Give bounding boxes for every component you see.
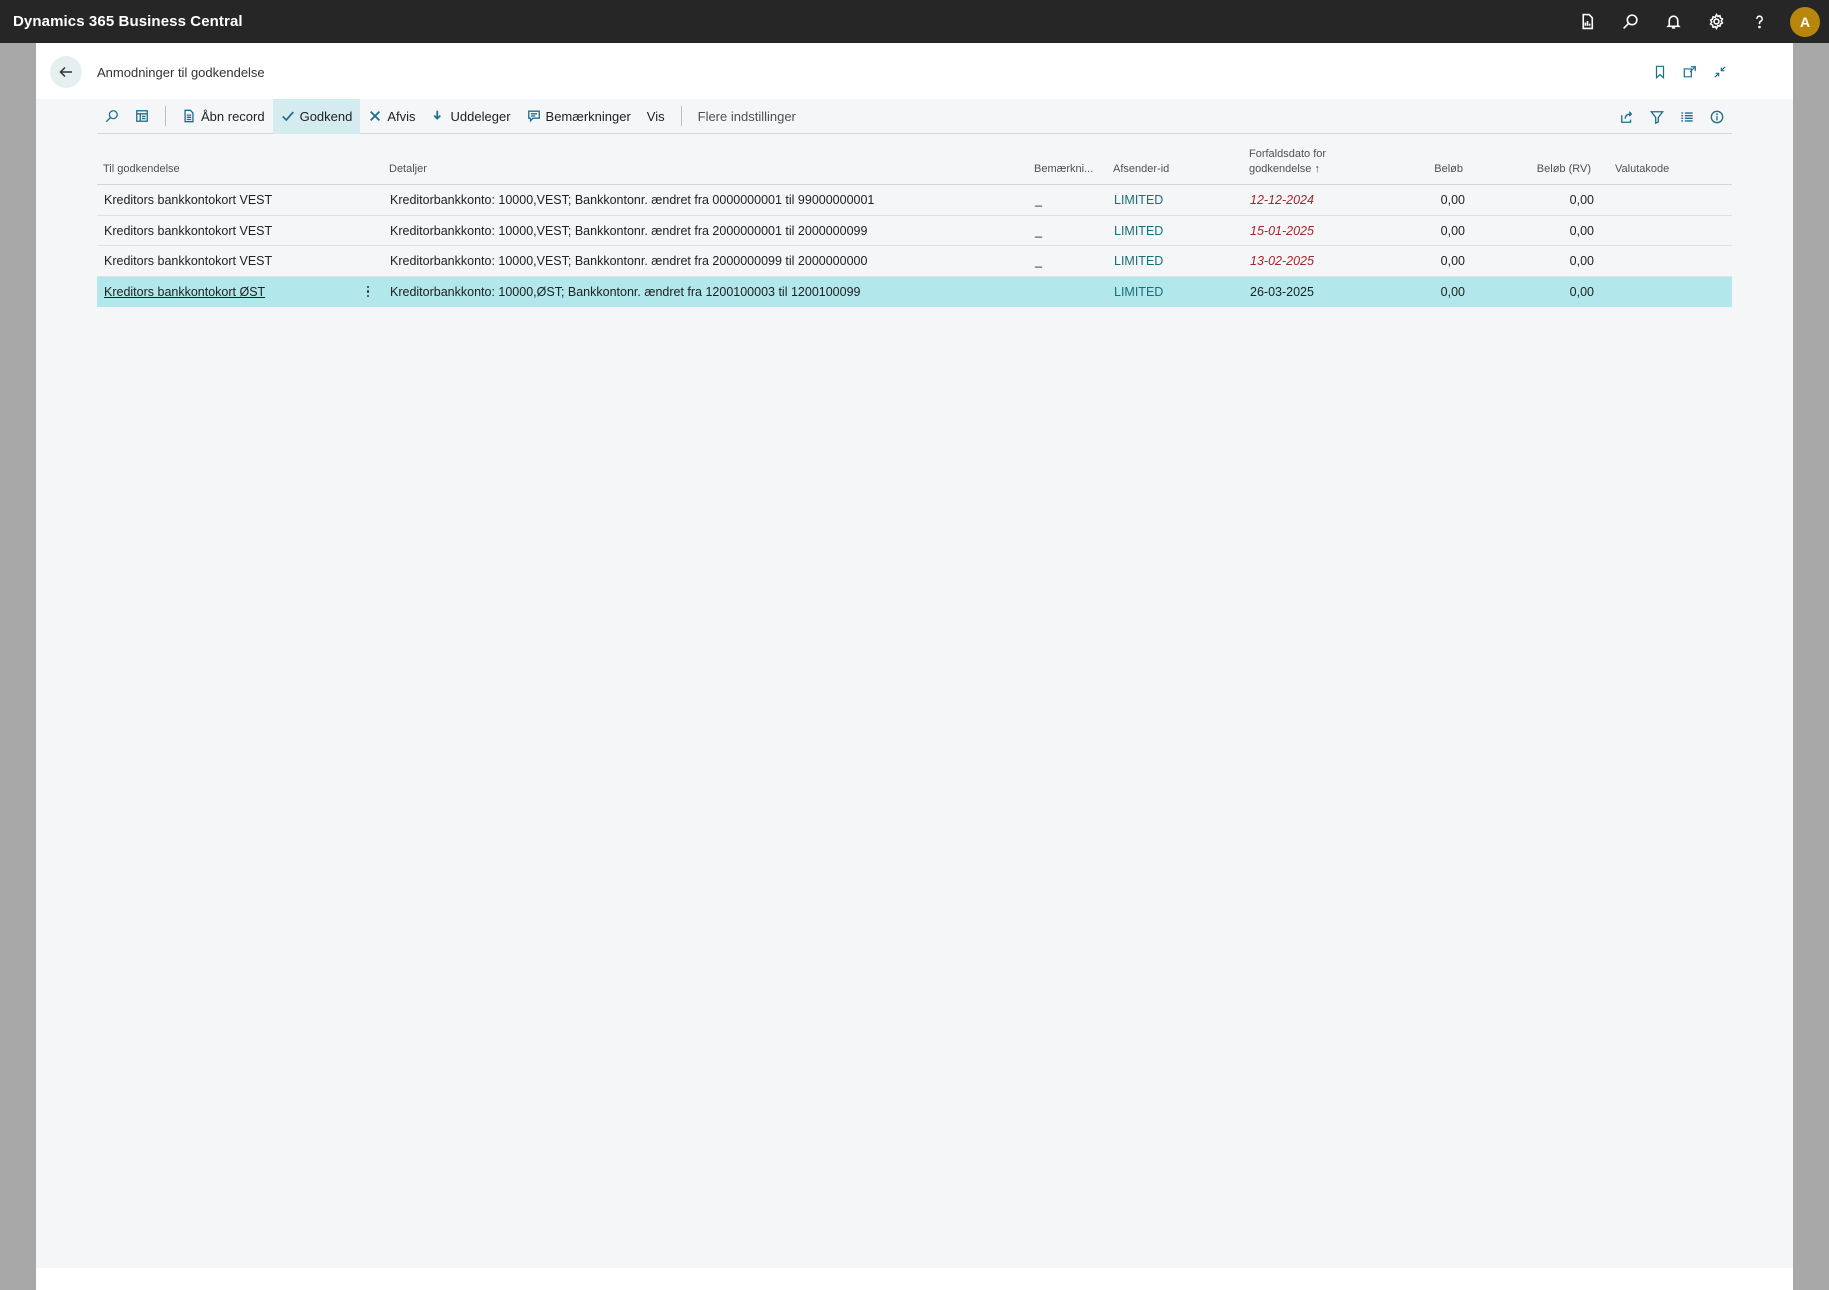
- cell-details: Kreditorbankkonto: 10000,VEST; Bankkonto…: [390, 223, 868, 238]
- help-icon[interactable]: [1738, 0, 1781, 43]
- report-icon[interactable]: [1566, 0, 1609, 43]
- cell-to-approve[interactable]: Kreditors bankkontokort ØST: [104, 277, 265, 307]
- cell-due-date: 26-03-2025: [1250, 284, 1314, 299]
- separator: [165, 106, 166, 126]
- comments-label: Bemærkninger: [545, 108, 631, 124]
- reject-label: Afvis: [387, 108, 416, 124]
- delegate-button[interactable]: Uddeleger: [424, 99, 519, 134]
- cell-details: Kreditorbankkonto: 10000,VEST; Bankkonto…: [390, 193, 875, 207]
- info-icon[interactable]: [1702, 99, 1732, 134]
- open-new-window-icon[interactable]: [1677, 59, 1703, 85]
- edit-list-button[interactable]: [127, 99, 157, 134]
- cell-comments[interactable]: _: [1035, 246, 1042, 276]
- cell-amount-lcy: 0,00: [1569, 223, 1594, 238]
- cell-to-approve[interactable]: Kreditors bankkontokort VEST: [104, 185, 272, 215]
- cell-comments[interactable]: _: [1035, 216, 1042, 246]
- arrow-left-icon: [59, 66, 72, 78]
- cell-amount-lcy: 0,00: [1569, 284, 1594, 299]
- page-panel: Anmodninger til godkendelse Åbn record G…: [36, 43, 1793, 1290]
- approval-requests-table: Til godkendelse Detaljer Bemærkni... Afs…: [97, 140, 1732, 307]
- more-options-button[interactable]: Flere indstillinger: [690, 99, 804, 134]
- delegate-arrow-icon: [433, 110, 441, 120]
- topbar-icons: A: [1566, 0, 1829, 43]
- cell-due-date: 12-12-2024: [1250, 193, 1314, 207]
- collapse-icon[interactable]: [1707, 59, 1733, 85]
- view-button[interactable]: Vis: [639, 99, 673, 134]
- cell-details: Kreditorbankkonto: 10000,VEST; Bankkonto…: [390, 254, 868, 268]
- cell-due-date: 15-01-2025: [1250, 223, 1314, 238]
- table-row-selected[interactable]: Kreditors bankkontokort ØST Kreditorbank…: [97, 276, 1732, 307]
- column-header-comments[interactable]: Bemærkni...: [1034, 162, 1093, 177]
- cell-comments[interactable]: _: [1035, 185, 1042, 215]
- document-icon: [184, 109, 194, 123]
- cell-to-approve[interactable]: Kreditors bankkontokort VEST: [104, 216, 272, 246]
- share-icon[interactable]: [1612, 99, 1642, 134]
- due-date-header-line1: Forfaldsdato for: [1249, 148, 1327, 160]
- approve-button[interactable]: Godkend: [272, 98, 361, 134]
- comment-icon: [527, 110, 540, 123]
- column-header-amount[interactable]: Beløb: [1403, 162, 1463, 177]
- cell-amount-lcy: 0,00: [1569, 254, 1594, 268]
- user-menu[interactable]: A: [1781, 0, 1829, 43]
- separator: [680, 106, 682, 126]
- open-record-label: Åbn record: [201, 108, 265, 124]
- table-row[interactable]: Kreditors bankkontokort VEST Kreditorban…: [97, 185, 1732, 216]
- table-row[interactable]: Kreditors bankkontokort VEST Kreditorban…: [97, 216, 1732, 246]
- back-button[interactable]: [50, 56, 82, 88]
- gear-icon[interactable]: [1695, 0, 1738, 43]
- search-icon: [105, 110, 118, 123]
- open-record-button[interactable]: Åbn record: [174, 99, 273, 134]
- approve-label: Godkend: [299, 108, 353, 124]
- app-topbar: Dynamics 365 Business Central A: [0, 0, 1829, 43]
- bell-icon[interactable]: [1652, 0, 1695, 43]
- action-bar-right: [1612, 99, 1732, 134]
- cell-amount-lcy: 0,00: [1569, 193, 1594, 207]
- table-header: Til godkendelse Detaljer Bemærkni... Afs…: [97, 140, 1732, 185]
- avatar: A: [1790, 6, 1820, 37]
- cell-sender-id[interactable]: LIMITED: [1114, 185, 1163, 215]
- cell-sender-id[interactable]: LIMITED: [1114, 216, 1163, 246]
- app-title[interactable]: Dynamics 365 Business Central: [13, 13, 243, 30]
- cell-details: Kreditorbankkonto: 10000,ØST; Bankkonton…: [390, 284, 861, 299]
- column-header-currency[interactable]: Valutakode: [1615, 162, 1669, 177]
- checkmark-icon: [281, 111, 294, 122]
- action-bar: Åbn record Godkend Afvis Uddeleger Bemær…: [97, 98, 1732, 134]
- page-title: Anmodninger til godkendelse: [97, 65, 265, 80]
- cell-amount: 0,00: [1440, 284, 1465, 299]
- due-date-header-line2: godkendelse ↑: [1249, 163, 1320, 175]
- row-actions-icon[interactable]: [360, 277, 376, 307]
- column-header-sender-id[interactable]: Afsender-id: [1113, 162, 1169, 177]
- more-options-label: Flere indstillinger: [697, 108, 796, 124]
- filter-icon[interactable]: [1642, 99, 1672, 134]
- column-header-amount-lcy[interactable]: Beløb (RV): [1517, 162, 1591, 177]
- list-view-icon[interactable]: [1672, 99, 1702, 134]
- column-header-details[interactable]: Detaljer: [389, 162, 427, 177]
- cell-amount: 0,00: [1440, 254, 1465, 268]
- cell-to-approve[interactable]: Kreditors bankkontokort VEST: [104, 246, 272, 276]
- column-header-to-approve[interactable]: Til godkendelse: [103, 162, 180, 177]
- list-edit-icon: [136, 110, 148, 122]
- cell-amount: 0,00: [1440, 223, 1465, 238]
- bookmark-icon[interactable]: [1647, 59, 1673, 85]
- cell-sender-id[interactable]: LIMITED: [1114, 277, 1163, 307]
- search-list-button[interactable]: [97, 99, 127, 134]
- delegate-label: Uddeleger: [450, 108, 511, 124]
- page-actions: [1647, 59, 1733, 85]
- view-label: Vis: [646, 108, 665, 124]
- cell-amount: 0,00: [1440, 193, 1465, 207]
- cell-sender-id[interactable]: LIMITED: [1114, 246, 1163, 276]
- search-icon[interactable]: [1609, 0, 1652, 43]
- comments-button[interactable]: Bemærkninger: [519, 99, 639, 134]
- table-row[interactable]: Kreditors bankkontokort VEST Kreditorban…: [97, 246, 1732, 277]
- cell-due-date: 13-02-2025: [1250, 254, 1314, 268]
- reject-button[interactable]: Afvis: [360, 99, 423, 134]
- close-icon: [370, 111, 381, 121]
- column-header-due-date[interactable]: Forfaldsdato for godkendelse ↑: [1249, 147, 1326, 177]
